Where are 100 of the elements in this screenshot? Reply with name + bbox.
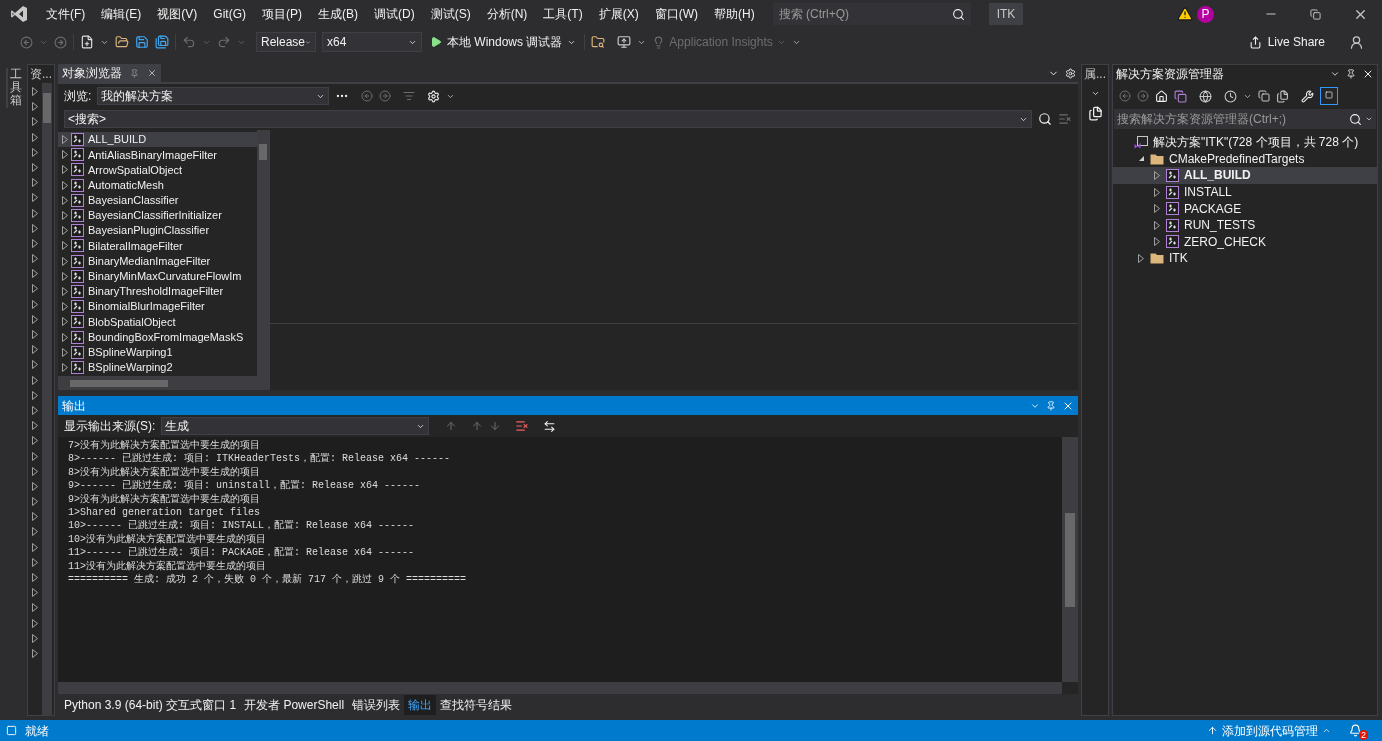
panel-tab[interactable]: 输出 — [404, 695, 437, 715]
menu-item[interactable]: 调试(D) — [366, 5, 423, 23]
platform-dropdown[interactable]: x64 — [322, 32, 422, 52]
panel-tab[interactable]: 错误列表 — [348, 695, 405, 715]
preview-toggle[interactable] — [1320, 87, 1338, 105]
panel-tab[interactable]: 资... — [28, 65, 54, 83]
search-icon[interactable] — [1038, 112, 1052, 126]
pin-icon[interactable] — [1346, 69, 1356, 79]
back-icon[interactable] — [1119, 90, 1131, 102]
folder-search-icon[interactable] — [591, 35, 606, 49]
list-item[interactable]: BayesianClassifierInitializer — [58, 207, 257, 224]
browser-icon[interactable] — [617, 35, 632, 49]
output-source-dropdown[interactable]: 生成 — [161, 417, 430, 435]
word-wrap-icon[interactable] — [543, 419, 557, 433]
source-control-button[interactable]: 添加到源代码管理 — [1207, 721, 1331, 740]
panel-tab[interactable]: 属... — [1084, 65, 1106, 83]
list-item[interactable]: BSplineWarping1 — [58, 344, 257, 360]
search-field[interactable]: 搜索解决方案资源管理器(Ctrl+;) — [1114, 109, 1376, 129]
search-field[interactable]: <搜索> — [64, 110, 1032, 128]
warning-icon[interactable] — [1177, 6, 1193, 22]
search-field[interactable]: 搜索 (Ctrl+Q) — [772, 3, 971, 25]
list-item[interactable]: ALL_BUILD — [58, 132, 257, 148]
forward-icon[interactable] — [54, 35, 67, 49]
globe-icon[interactable] — [1199, 89, 1212, 103]
menu-item[interactable]: 分析(N) — [478, 5, 536, 23]
panel-tab[interactable]: 查找符号结果 — [436, 695, 517, 715]
browse-dropdown[interactable]: 我的解决方案 — [97, 87, 330, 105]
settings-icon[interactable] — [427, 89, 441, 103]
close-icon[interactable] — [1362, 68, 1374, 80]
list-item[interactable]: BSplineWarping2 — [58, 359, 257, 375]
clear-all-icon[interactable] — [515, 419, 530, 433]
project-icon — [71, 254, 84, 268]
settings-icon[interactable] — [1065, 67, 1076, 79]
panel-tab[interactable]: 开发者 PowerShell — [240, 695, 349, 715]
menu-item[interactable]: 扩展(X) — [590, 5, 647, 23]
tree-item[interactable]: 解决方案"ITK"(728 个项目，共 728 个) — [1113, 134, 1377, 151]
properties-icon[interactable] — [1301, 89, 1314, 103]
filter-icon[interactable] — [403, 90, 416, 102]
list-item[interactable]: BinaryThresholdImageFilter — [58, 283, 257, 300]
forward-icon[interactable] — [1137, 90, 1149, 102]
save-all-icon[interactable] — [155, 35, 169, 49]
user-avatar[interactable]: P — [1197, 5, 1214, 23]
menu-item[interactable]: 文件(F) — [38, 5, 94, 23]
list-item[interactable]: BinaryMedianImageFilter — [58, 253, 257, 269]
tree-item[interactable]: CMakePredefinedTargets — [1113, 150, 1377, 168]
start-debugger-button[interactable]: 本地 Windows 调试器 — [428, 32, 579, 52]
scrollbar[interactable] — [1062, 437, 1078, 682]
home-icon[interactable] — [1155, 89, 1168, 103]
search-icon[interactable] — [951, 7, 965, 21]
dropdown-icon[interactable] — [1330, 69, 1340, 79]
save-icon[interactable] — [135, 35, 149, 49]
collapse-arrow-icon[interactable] — [1137, 155, 1145, 163]
back-icon[interactable] — [20, 35, 33, 49]
list-item[interactable]: BayesianPluginClassifier — [58, 223, 257, 239]
tree-item[interactable]: ALL_BUILD — [1113, 167, 1377, 184]
notifications-icon[interactable] — [1349, 724, 1362, 737]
list-item[interactable]: BinomialBlurImageFilter — [58, 299, 257, 315]
undo-icon[interactable] — [182, 35, 196, 49]
redo-icon[interactable] — [217, 35, 231, 49]
menu-item[interactable]: 帮助(H) — [706, 5, 763, 23]
list-item[interactable]: BayesianClassifier — [58, 192, 257, 208]
menu-item[interactable]: 视图(V) — [149, 5, 206, 23]
project-icon — [1166, 218, 1179, 232]
tree-item[interactable]: ZERO_CHECK — [1113, 233, 1377, 251]
list-item[interactable]: BlobSpatialObject — [58, 314, 257, 330]
dropdown-icon[interactable] — [1090, 89, 1100, 98]
tree-item[interactable]: PACKAGE — [1113, 200, 1377, 217]
configuration-dropdown[interactable]: Release — [256, 32, 316, 52]
forward-icon[interactable] — [379, 90, 392, 102]
menu-item[interactable]: 窗口(W) — [646, 5, 706, 23]
menu-item[interactable]: Git(G) — [205, 5, 254, 23]
list-item[interactable]: BinaryMinMaxCurvatureFlowIm — [58, 268, 257, 284]
menu-item[interactable]: 项目(P) — [254, 5, 310, 23]
list-item[interactable]: ArrowSpatialObject — [58, 162, 257, 178]
list-item[interactable]: AntiAliasBinaryImageFilter — [58, 147, 257, 163]
live-share-button[interactable]: Live Share — [1242, 31, 1331, 53]
output-line: 9>没有为此解决方案配置选中要生成的项目 — [68, 492, 261, 506]
scrollbar[interactable] — [58, 682, 1062, 694]
show-all-files-icon[interactable] — [1276, 89, 1289, 103]
pending-changes-icon[interactable] — [1224, 89, 1237, 103]
property-pages-icon[interactable] — [1087, 106, 1103, 121]
back-icon[interactable] — [361, 90, 374, 102]
switch-views-icon[interactable] — [1174, 89, 1187, 103]
list-item[interactable]: BoundingBoxFromImageMaskS — [58, 329, 257, 345]
restore-icon[interactable] — [1310, 8, 1321, 20]
panel-tab[interactable]: Python 3.9 (64-bit) 交互式窗口 1 — [60, 695, 241, 715]
tree-item[interactable]: RUN_TESTS — [1113, 216, 1377, 234]
menu-item[interactable]: 工具(T) — [535, 5, 591, 23]
menu-item[interactable]: 生成(B) — [310, 5, 366, 23]
menu-item[interactable]: 测试(S) — [422, 5, 479, 23]
open-folder-icon[interactable] — [115, 35, 129, 49]
menu-item[interactable]: 编辑(E) — [93, 5, 150, 23]
tree-item[interactable]: ITK — [1113, 250, 1377, 267]
scrollbar[interactable] — [58, 376, 269, 390]
list-item[interactable]: AutomaticMesh — [58, 177, 257, 193]
list-item[interactable]: BilateralImageFilter — [58, 238, 257, 254]
scrollbar[interactable] — [257, 130, 269, 376]
scrollbar[interactable] — [42, 83, 52, 715]
tree-item[interactable]: INSTALL — [1113, 183, 1377, 201]
new-file-icon[interactable] — [80, 35, 94, 49]
